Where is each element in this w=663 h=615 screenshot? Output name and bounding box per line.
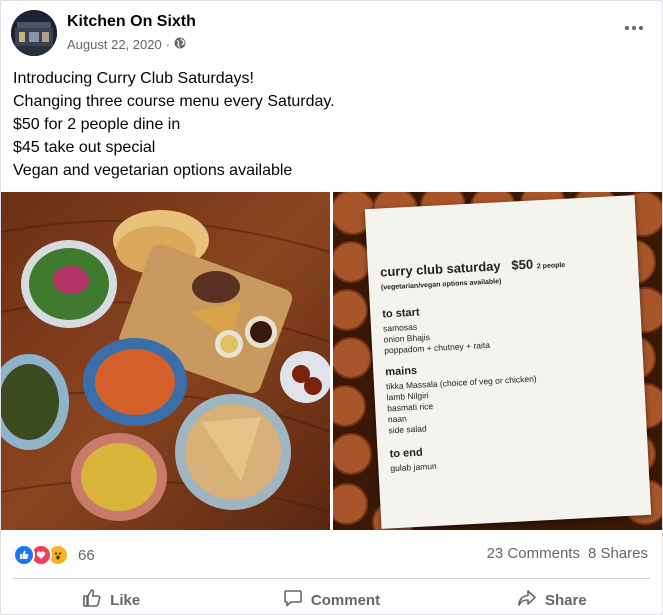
page-avatar[interactable] bbox=[11, 10, 57, 56]
actions-divider bbox=[13, 578, 650, 579]
post-text-line: Introducing Curry Club Saturdays! bbox=[13, 70, 254, 87]
comment-label: Comment bbox=[310, 591, 381, 609]
menu-subtitle: (vegetarian/vegan options available) bbox=[380, 278, 502, 292]
share-label: Share bbox=[544, 591, 587, 609]
food-photo[interactable] bbox=[1, 192, 330, 530]
globe-icon[interactable] bbox=[174, 37, 186, 52]
post-header: Kitchen On Sixth August 22, 2020 · bbox=[11, 10, 652, 58]
thumbs-up-icon bbox=[82, 588, 102, 612]
post-actions: Like Comment Share bbox=[1, 585, 662, 614]
more-options-icon[interactable] bbox=[622, 20, 646, 36]
menu-item: gulab jamun bbox=[390, 460, 437, 474]
post-text: Introducing Curry Club Saturdays! Changi… bbox=[13, 67, 650, 182]
share-arrow-icon bbox=[517, 588, 537, 612]
share-button[interactable]: Share bbox=[442, 585, 662, 614]
engagement-counts: 23 Comments 8 Shares bbox=[487, 545, 648, 562]
menu-item: naan bbox=[387, 413, 407, 425]
comment-button[interactable]: Comment bbox=[221, 585, 441, 614]
post-date[interactable]: August 22, 2020 bbox=[67, 37, 162, 52]
post-card: Kitchen On Sixth August 22, 2020 · Intro… bbox=[0, 0, 663, 615]
post-meta: August 22, 2020 · bbox=[67, 37, 186, 52]
post-text-line: $50 for 2 people dine in bbox=[13, 116, 181, 133]
menu-price: $50 bbox=[511, 256, 534, 273]
like-button[interactable]: Like bbox=[1, 585, 221, 614]
post-stats: 66 23 Comments 8 Shares bbox=[13, 542, 650, 566]
comments-count-link[interactable]: 23 Comments bbox=[487, 545, 580, 562]
menu-section-heading: to start bbox=[382, 306, 420, 321]
page-name-link[interactable]: Kitchen On Sixth bbox=[67, 13, 196, 31]
menu-section-heading: to end bbox=[389, 446, 423, 461]
reaction-count[interactable]: 66 bbox=[78, 547, 95, 564]
post-text-line: Vegan and vegetarian options available bbox=[13, 162, 293, 179]
comment-icon bbox=[283, 588, 303, 612]
menu-item: side salad bbox=[388, 423, 427, 436]
menu-photo[interactable]: curry club saturday $50 2 people (vegeta… bbox=[333, 192, 662, 530]
menu-sheet: curry club saturday $50 2 people (vegeta… bbox=[364, 195, 652, 529]
menu-item: samosas bbox=[382, 321, 418, 334]
menu-title: curry club saturday bbox=[379, 258, 502, 280]
menu-price-note: 2 people bbox=[536, 261, 566, 271]
photo-grid: curry club saturday $50 2 people (vegeta… bbox=[1, 192, 662, 530]
like-label: Like bbox=[110, 591, 141, 609]
menu-item: basmati rice bbox=[387, 400, 434, 414]
like-icon bbox=[13, 544, 35, 566]
post-text-line: Changing three course menu every Saturda… bbox=[13, 93, 335, 110]
post-text-line: $45 take out special bbox=[13, 139, 156, 156]
menu-section-heading: mains bbox=[385, 364, 418, 379]
reactions-summary[interactable]: 66 bbox=[13, 544, 95, 566]
shares-count-link[interactable]: 8 Shares bbox=[588, 545, 648, 562]
meta-separator: · bbox=[165, 37, 171, 52]
menu-title-row: curry club saturday $50 2 people bbox=[380, 255, 566, 280]
